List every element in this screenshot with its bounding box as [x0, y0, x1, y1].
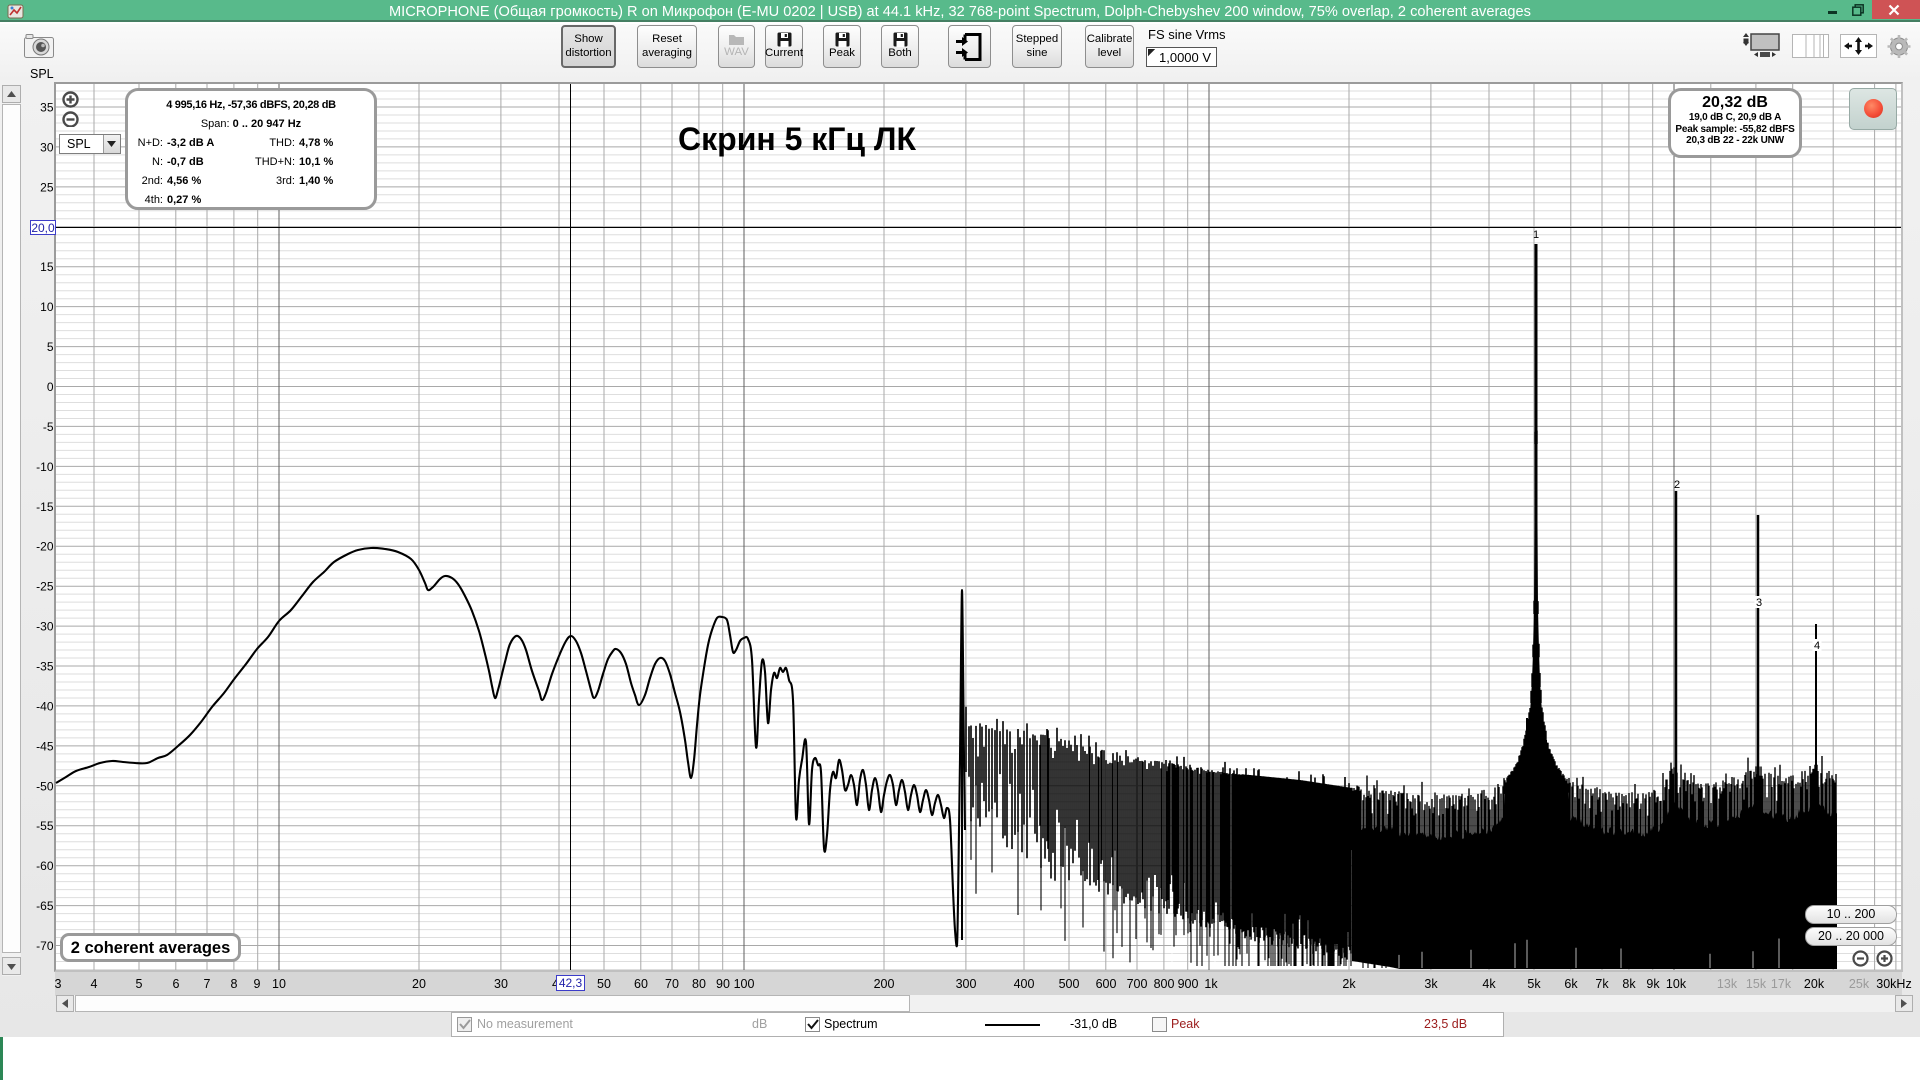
svg-text:10k: 10k: [1666, 977, 1687, 991]
svg-text:6k: 6k: [1564, 977, 1578, 991]
svg-text:1k: 1k: [1204, 977, 1218, 991]
svg-text:-55: -55: [36, 819, 54, 833]
svg-text:20k: 20k: [1804, 977, 1825, 991]
svg-text:-35: -35: [36, 660, 54, 674]
svg-text:3k: 3k: [1424, 977, 1438, 991]
svg-text:5: 5: [47, 340, 54, 354]
svg-text:100: 100: [734, 977, 755, 991]
svg-text:-50: -50: [36, 779, 54, 793]
svg-text:9k: 9k: [1646, 977, 1660, 991]
svg-text:-25: -25: [36, 580, 54, 594]
svg-text:70: 70: [665, 977, 679, 991]
svg-text:4k: 4k: [1482, 977, 1496, 991]
svg-text:700: 700: [1127, 977, 1148, 991]
svg-text:400: 400: [1014, 977, 1035, 991]
svg-text:1: 1: [1533, 229, 1539, 241]
svg-text:10: 10: [272, 977, 286, 991]
svg-text:15: 15: [40, 260, 54, 274]
svg-text:0: 0: [47, 380, 54, 394]
svg-text:7: 7: [204, 977, 211, 991]
svg-text:5k: 5k: [1527, 977, 1541, 991]
svg-text:3: 3: [1756, 597, 1762, 609]
svg-text:90: 90: [716, 977, 730, 991]
svg-text:8: 8: [231, 977, 238, 991]
svg-text:5: 5: [136, 977, 143, 991]
svg-text:17k: 17k: [1771, 977, 1792, 991]
svg-text:-5: -5: [43, 420, 54, 434]
svg-text:20: 20: [412, 977, 426, 991]
svg-text:-30: -30: [36, 620, 54, 634]
svg-text:-65: -65: [36, 899, 54, 913]
svg-text:-60: -60: [36, 859, 54, 873]
svg-text:2: 2: [1674, 479, 1680, 491]
svg-text:10: 10: [40, 300, 54, 314]
svg-text:35: 35: [40, 101, 54, 115]
svg-text:900: 900: [1178, 977, 1199, 991]
svg-text:-20: -20: [36, 540, 54, 554]
svg-text:15k: 15k: [1746, 977, 1767, 991]
svg-text:80: 80: [692, 977, 706, 991]
svg-text:-15: -15: [36, 500, 54, 514]
svg-text:6: 6: [173, 977, 180, 991]
svg-text:600: 600: [1096, 977, 1117, 991]
svg-text:50: 50: [597, 977, 611, 991]
svg-text:-45: -45: [36, 739, 54, 753]
svg-text:200: 200: [874, 977, 895, 991]
svg-text:-70: -70: [36, 939, 54, 953]
svg-text:30: 30: [40, 140, 54, 154]
svg-text:9: 9: [254, 977, 261, 991]
svg-text:25: 25: [40, 180, 54, 194]
svg-text:7k: 7k: [1595, 977, 1609, 991]
svg-text:60: 60: [634, 977, 648, 991]
svg-text:13k: 13k: [1717, 977, 1738, 991]
svg-text:25k: 25k: [1849, 977, 1870, 991]
svg-text:4: 4: [91, 977, 98, 991]
svg-text:30kHz: 30kHz: [1876, 977, 1911, 991]
svg-text:800: 800: [1154, 977, 1175, 991]
svg-text:3: 3: [55, 977, 62, 991]
svg-text:-10: -10: [36, 460, 54, 474]
svg-text:500: 500: [1059, 977, 1080, 991]
svg-text:300: 300: [956, 977, 977, 991]
svg-text:30: 30: [494, 977, 508, 991]
svg-text:8k: 8k: [1622, 977, 1636, 991]
svg-text:-40: -40: [36, 699, 54, 713]
svg-text:2k: 2k: [1342, 977, 1356, 991]
svg-text:4: 4: [1814, 640, 1820, 652]
